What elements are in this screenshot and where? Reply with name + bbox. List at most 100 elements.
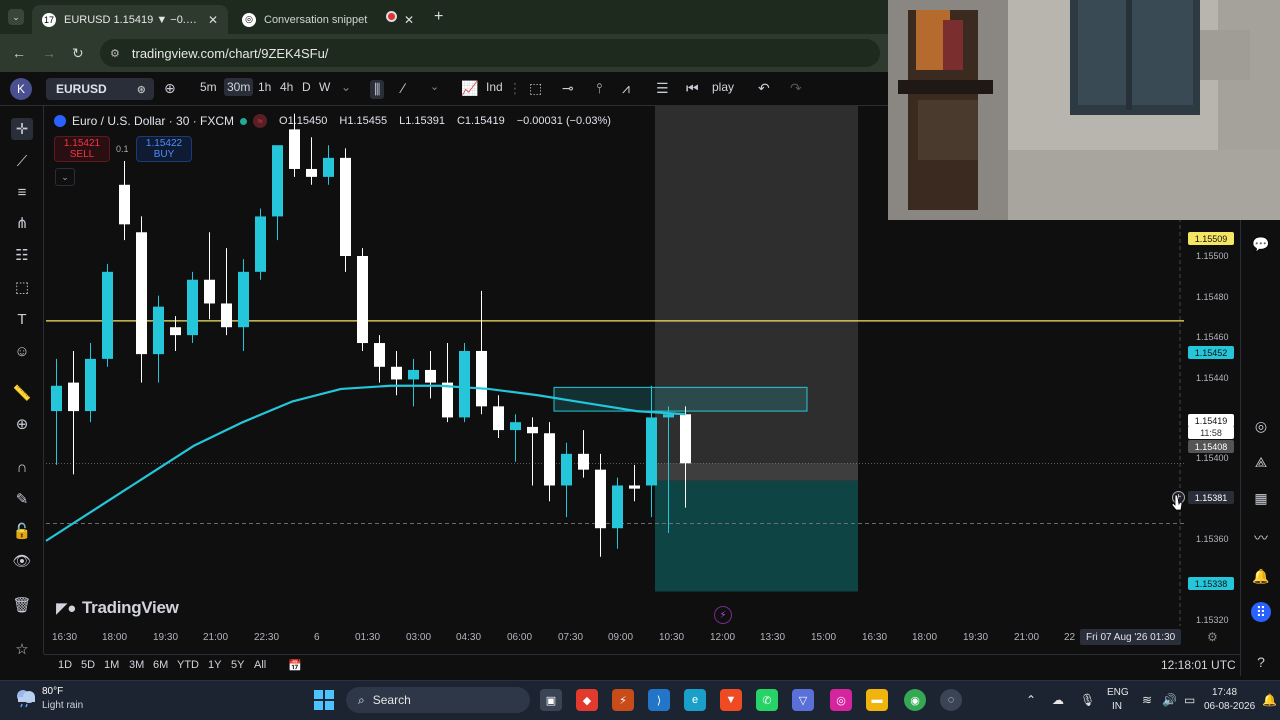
close-tab-icon[interactable]: ✕ (404, 5, 424, 34)
stay-in-drawing-icon[interactable]: ✎ (11, 488, 33, 510)
range-5y[interactable]: 5Y (231, 659, 244, 671)
replay-icon[interactable]: ⏮ (686, 80, 699, 97)
horizontal-ray-icon[interactable]: ⊸ (562, 80, 574, 97)
tab-search-icon[interactable]: ⌄ (8, 9, 24, 25)
calendar-icon[interactable]: ▦ (1251, 488, 1271, 508)
taskbar-date[interactable]: 06-08-2026 (1204, 701, 1255, 712)
sell-button[interactable]: 1.15421 SELL (54, 136, 110, 162)
range-1y[interactable]: 1Y (208, 659, 221, 671)
order-quantity[interactable]: 0.1 (116, 144, 129, 154)
interval-1h[interactable]: 1h (258, 80, 271, 94)
undo-icon[interactable]: ↶ (758, 80, 770, 97)
app-red-diamond-icon[interactable]: ◆ (576, 689, 598, 711)
reload-icon[interactable]: ↻ (72, 45, 84, 62)
show-hidden-icons-icon[interactable]: ⌃ (1026, 693, 1036, 707)
shapes-icon[interactable]: ⬚ (11, 276, 33, 298)
interval-d[interactable]: D (302, 80, 311, 94)
replay-button[interactable]: play (712, 80, 734, 94)
weather-description[interactable]: Light rain (42, 700, 83, 711)
interval-5m[interactable]: 5m (200, 80, 217, 94)
taskbar-search[interactable]: ⌕ Search (346, 687, 530, 713)
weather-temperature[interactable]: 80°F (42, 686, 63, 697)
volume-icon[interactable]: 🔊 (1162, 693, 1177, 707)
fib-tool-icon[interactable]: ☰ (656, 80, 669, 97)
news-feed-icon[interactable]: 〰 (1251, 528, 1271, 548)
collapse-legend-icon[interactable]: ⌄ (55, 168, 75, 186)
app-record-icon[interactable]: ◌ (940, 689, 962, 711)
help-icon[interactable]: ? (1251, 652, 1271, 672)
favorites-star-icon[interactable]: ☆ (11, 638, 33, 660)
chart-type-dropdown-icon[interactable]: ⌄ (430, 80, 439, 93)
edge-icon[interactable]: e (684, 689, 706, 711)
windows-start-icon[interactable] (314, 690, 334, 710)
range-1m[interactable]: 1M (104, 659, 119, 671)
whatsapp-icon[interactable]: ✆ (756, 689, 778, 711)
notifications-icon[interactable]: 🔔 (1262, 693, 1277, 707)
fib-retracement-icon[interactable]: ☷ (11, 244, 33, 266)
zoom-icon[interactable]: ⊕ (11, 413, 33, 435)
target-icon[interactable]: ◎ (1251, 416, 1271, 436)
trash-icon[interactable]: 🗑 (11, 594, 33, 616)
symbol-search-button[interactable]: EURUSD ⊛ (46, 78, 154, 100)
site-info-icon[interactable]: ⚙ (110, 47, 120, 60)
indicators-icon[interactable]: 📈 (461, 80, 478, 97)
vertical-line-icon[interactable]: ⫯ (596, 80, 602, 97)
taskbar-time[interactable]: 17:48 (1212, 687, 1237, 698)
wifi-icon[interactable]: ≋ (1142, 693, 1152, 707)
indicators-button[interactable]: Ind (486, 80, 503, 94)
app-orange-icon[interactable]: ⚡ (612, 689, 634, 711)
crosshair-icon[interactable]: ✛ (11, 118, 33, 140)
chat-icon[interactable]: 💬 (1251, 234, 1271, 254)
range-ytd[interactable]: YTD (177, 659, 199, 671)
chrome-icon[interactable]: ◉ (904, 689, 926, 711)
range-3m[interactable]: 3M (129, 659, 144, 671)
interval-4h[interactable]: 4h (280, 80, 293, 94)
trend-line-icon[interactable]: ⟋ (11, 150, 33, 172)
forward-icon[interactable]: → (42, 45, 56, 61)
axis-settings-icon[interactable]: ⚙ (1207, 630, 1218, 644)
instagram-icon[interactable]: ◎ (830, 689, 852, 711)
range-5d[interactable]: 5D (81, 659, 95, 671)
text-tool-icon[interactable]: T (11, 308, 33, 330)
back-icon[interactable]: ← (12, 45, 26, 61)
file-explorer-icon[interactable]: ▬ (866, 689, 888, 711)
onedrive-icon[interactable]: ☁ (1052, 693, 1064, 707)
new-tab-icon[interactable]: + (434, 8, 443, 26)
candles-icon[interactable]: ⫼ (370, 80, 385, 99)
parallel-channel-icon[interactable]: ≡ (11, 181, 33, 203)
layers-icon[interactable]: ⟁ (1251, 452, 1271, 472)
range-all[interactable]: All (254, 659, 266, 671)
url-field[interactable]: ⚙ tradingview.com/chart/9ZEK4SFu/ (100, 39, 880, 67)
language-top[interactable]: ENG (1107, 687, 1129, 698)
microphone-icon[interactable]: 🎙 (1080, 693, 1095, 707)
redo-icon[interactable]: ↷ (790, 80, 802, 97)
magnet-icon[interactable]: ∩ (11, 456, 33, 478)
weather-rain-icon[interactable] (14, 688, 38, 708)
apps-grid-icon[interactable]: ⠿ (1251, 602, 1271, 622)
data-delayed-icon[interactable]: ≈ (253, 114, 268, 128)
emoji-icon[interactable]: ☺ (11, 340, 33, 362)
ruler-icon[interactable]: 📏 (11, 382, 33, 404)
pitchfork-icon[interactable]: ⋔ (11, 212, 33, 234)
lightning-icon[interactable]: ⚡ (714, 606, 732, 624)
language-bottom[interactable]: IN (1112, 701, 1122, 712)
hide-icon[interactable]: 👁 (11, 550, 33, 572)
interval-w[interactable]: W (319, 80, 330, 94)
symbol-title[interactable]: Euro / U.S. Dollar · 30 · FXCM (72, 114, 234, 128)
utc-clock[interactable]: 12:18:01 UTC (1161, 658, 1236, 672)
close-tab-icon[interactable]: ✕ (208, 13, 218, 27)
interval-dropdown-icon[interactable]: ⌄ (341, 80, 351, 94)
range-6m[interactable]: 6M (153, 659, 168, 671)
range-1d[interactable]: 1D (58, 659, 72, 671)
add-symbol-icon[interactable]: ⊕ (164, 80, 176, 97)
brave-icon[interactable]: ▼ (720, 689, 742, 711)
pattern-tool-icon[interactable]: ⩘ (622, 80, 630, 97)
alerts-bell-icon[interactable]: 🔔 (1251, 566, 1271, 586)
rectangle-tool-icon[interactable]: ⬚ (529, 80, 542, 97)
app-triangle-icon[interactable]: ▽ (792, 689, 814, 711)
avatar[interactable]: K (10, 78, 32, 100)
task-view-icon[interactable]: ▣ (540, 689, 562, 711)
buy-button[interactable]: 1.15422 BUY (136, 136, 192, 162)
lock-icon[interactable]: 🔓 (11, 520, 33, 542)
tab-eurusd[interactable]: 17 EURUSD 1.15419 ▼ −0.1% Unn ✕ (32, 5, 228, 34)
